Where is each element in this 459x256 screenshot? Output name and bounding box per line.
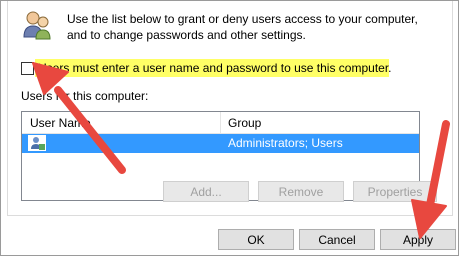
users-icon	[23, 11, 51, 40]
column-separator[interactable]	[220, 112, 221, 133]
require-password-checkbox[interactable]	[21, 62, 34, 75]
row-group-cell: Administrators; Users	[228, 136, 343, 150]
description-text: Use the list below to grant or deny user…	[67, 11, 427, 43]
listview-header: User Name Group	[22, 112, 419, 134]
column-header-user-name[interactable]: User Name	[30, 116, 91, 130]
user-account-icon	[28, 135, 46, 151]
user-accounts-dialog: Use the list below to grant or deny user…	[0, 0, 459, 256]
table-row[interactable]: Administrators; Users	[22, 134, 419, 153]
apply-button[interactable]: Apply	[380, 229, 456, 250]
ok-button[interactable]: OK	[218, 229, 294, 250]
properties-button[interactable]: Properties	[353, 181, 437, 202]
add-button[interactable]: Add...	[163, 181, 249, 202]
remove-button[interactable]: Remove	[258, 181, 344, 202]
users-list-label: Users for this computer:	[21, 89, 149, 103]
description-line-2: and to change passwords and other settin…	[67, 28, 306, 42]
description-line-1: Use the list below to grant or deny user…	[67, 12, 418, 26]
column-header-group[interactable]: Group	[228, 116, 261, 130]
cancel-button[interactable]: Cancel	[299, 229, 375, 250]
require-password-label[interactable]: Users must enter a user name and passwor…	[38, 61, 392, 75]
